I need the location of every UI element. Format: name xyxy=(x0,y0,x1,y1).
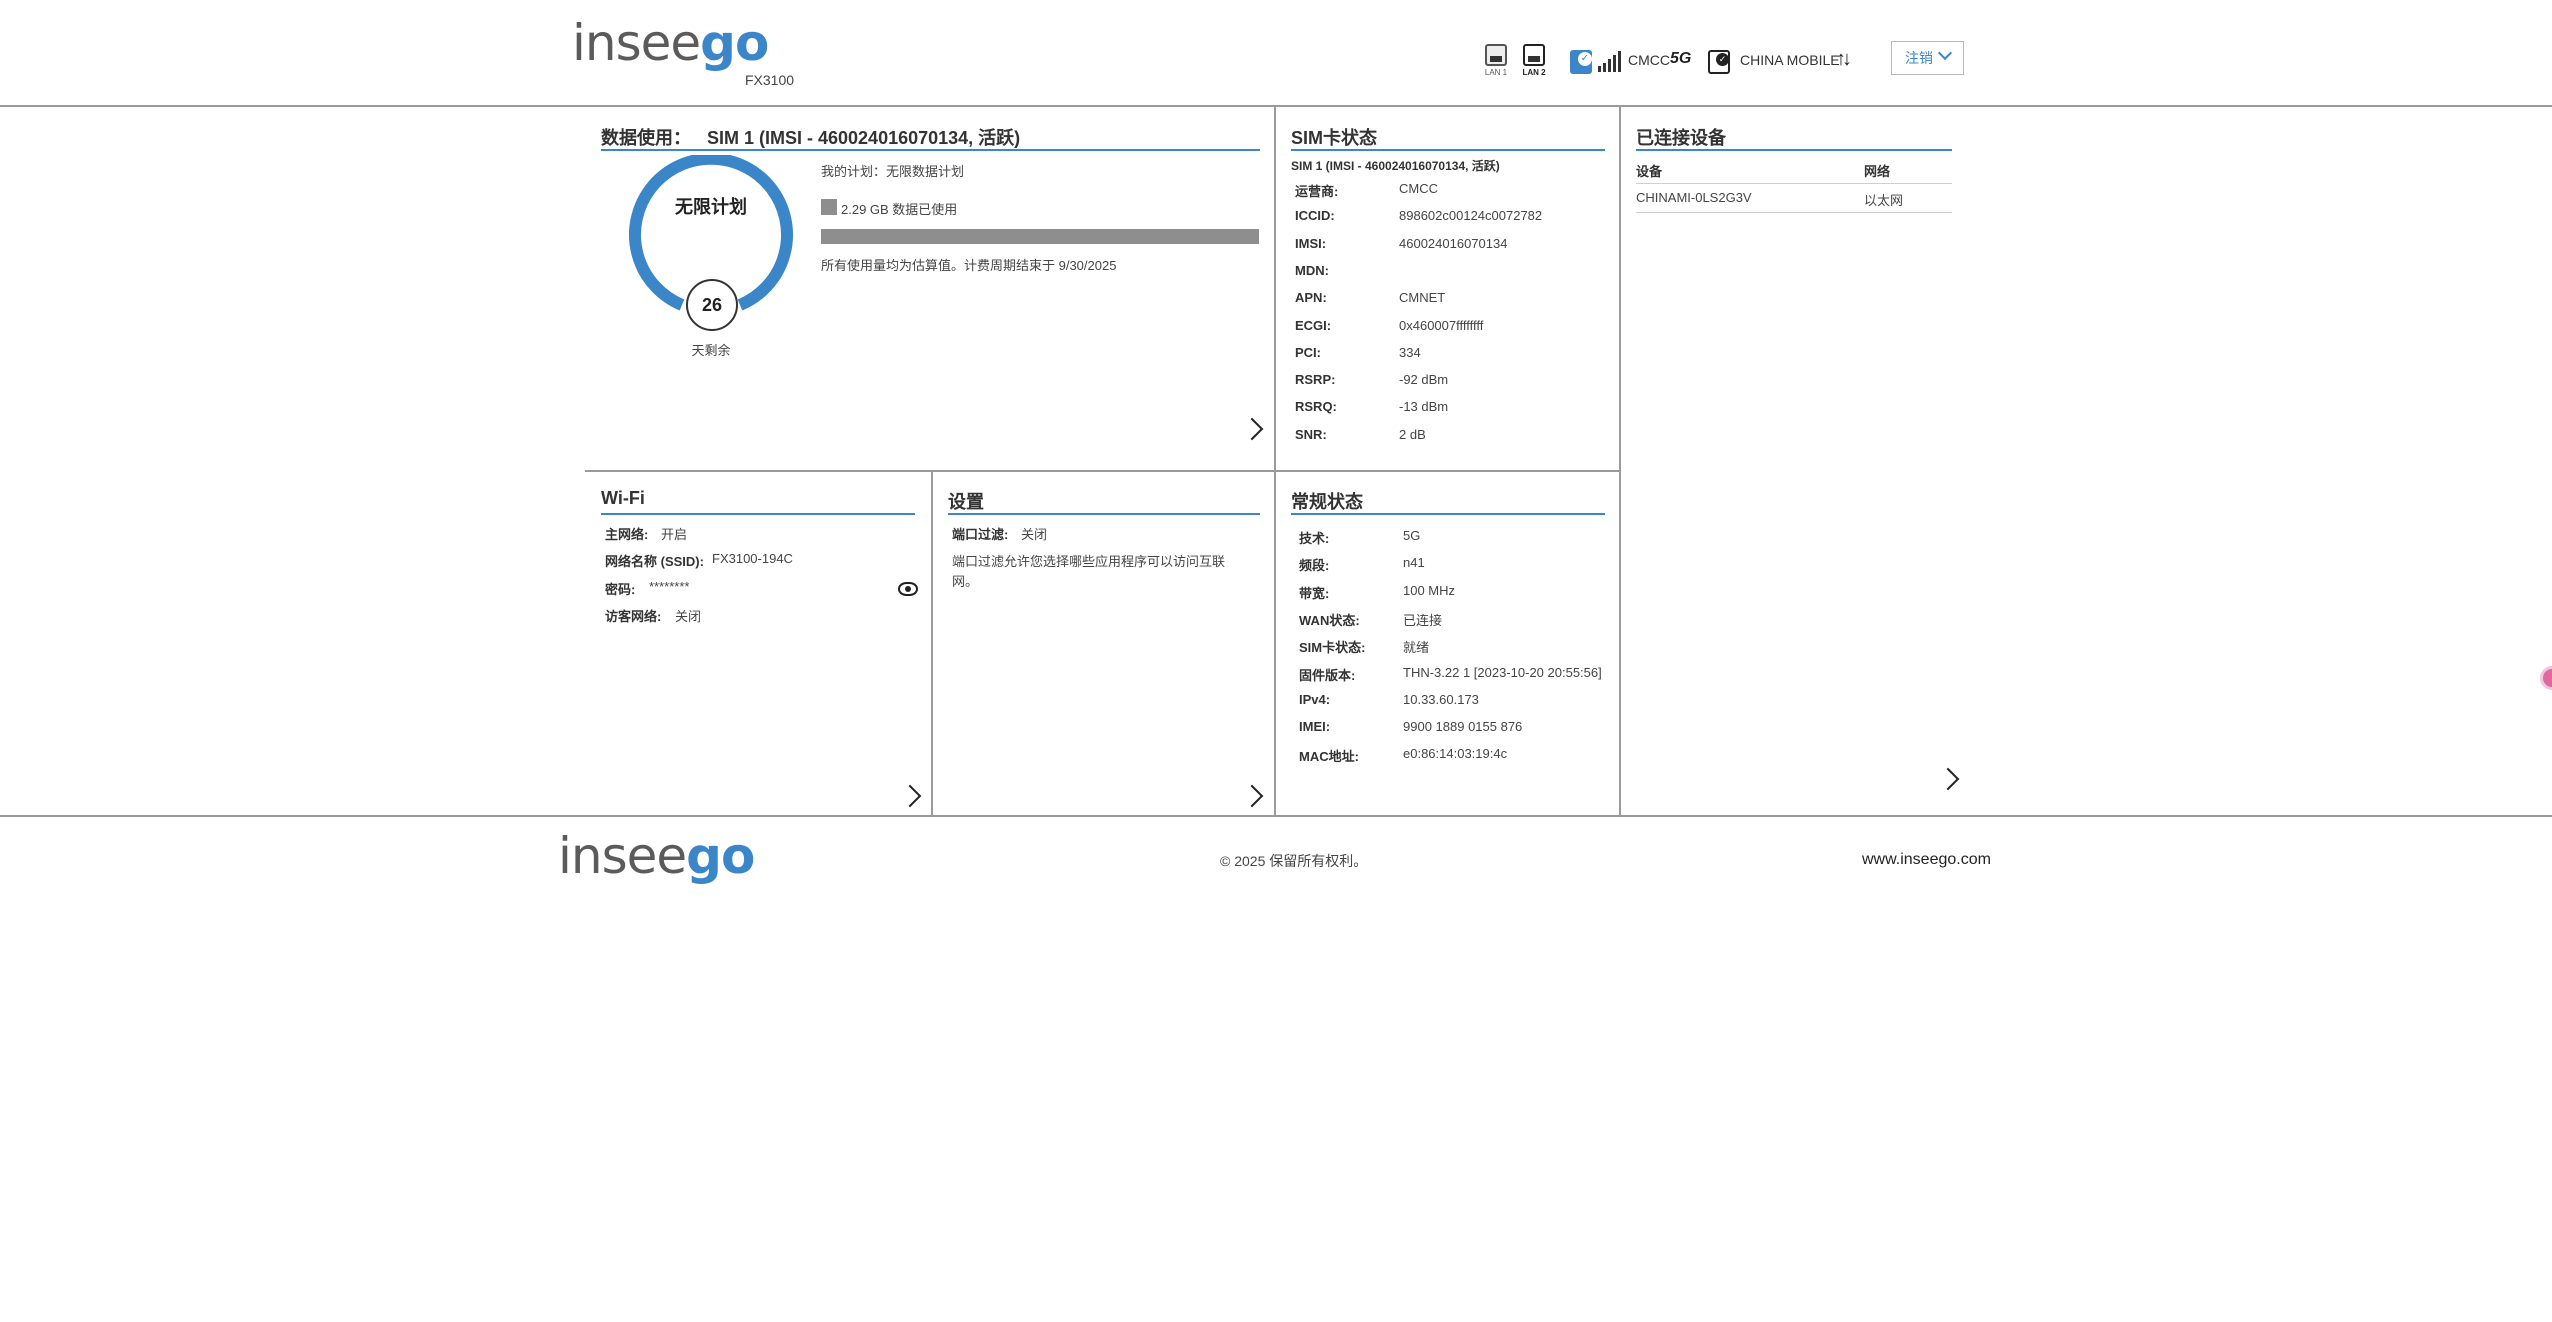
status-label: RSRP: xyxy=(1295,372,1336,388)
divider xyxy=(1274,107,1276,817)
my-plan-text: 我的计划：无限数据计划 xyxy=(821,164,965,179)
status-label: SIM卡状态: xyxy=(1299,640,1366,656)
inseego-logo[interactable]: inseego xyxy=(572,14,769,72)
status-label: 运营商: xyxy=(1295,184,1339,199)
usage-progress-bar xyxy=(821,229,1259,244)
status-value: 开启 xyxy=(661,527,688,542)
device-column-header: 设备 xyxy=(1636,164,1663,179)
days-remaining-label: 天剩余 xyxy=(691,343,731,358)
status-label: MDN: xyxy=(1295,262,1329,278)
status-label: 网络名称 (SSID): xyxy=(605,554,704,570)
show-password-eye-icon[interactable] xyxy=(898,582,918,596)
status-value: 460024016070134 xyxy=(1399,235,1508,251)
plan-name: 无限计划 xyxy=(675,197,747,217)
wifi-title: Wi-Fi xyxy=(601,488,645,508)
status-label: 主网络: xyxy=(605,527,649,542)
status-label: 技术: xyxy=(1299,531,1330,546)
status-value: 2 dB xyxy=(1399,426,1426,442)
chevron-down-icon xyxy=(1937,45,1953,61)
status-value: CMCC xyxy=(1399,181,1438,196)
status-label: 频段: xyxy=(1299,558,1330,574)
status-label: 带宽: xyxy=(1299,585,1330,601)
lan2-port-icon: LAN 2 xyxy=(1521,44,1547,77)
status-label: MAC地址: xyxy=(1299,749,1359,765)
website-link[interactable]: www.inseego.com xyxy=(1862,851,1991,869)
status-label: RSRQ: xyxy=(1295,399,1337,415)
sim-status-title: SIM卡状态 xyxy=(1291,128,1378,148)
status-label: WAN状态: xyxy=(1299,612,1360,628)
status-value: 关闭 xyxy=(675,608,702,624)
carrier-full-name: CHINA MOBILE xyxy=(1740,52,1840,68)
data-used-text: 2.29 GB 数据已使用 xyxy=(841,202,958,217)
status-label: IPv4: xyxy=(1299,691,1331,707)
general-status-title: 常规状态 xyxy=(1291,492,1363,512)
connected-devices-title: 已连接设备 xyxy=(1636,128,1726,148)
status-label: IMSI: xyxy=(1295,235,1327,251)
status-value: 10.33.60.173 xyxy=(1403,691,1479,707)
data-usage-details-arrow[interactable] xyxy=(1240,417,1264,441)
copyright-text: © 2025 保留所有权利。 xyxy=(1220,853,1368,869)
status-label: 固件版本: xyxy=(1299,667,1356,683)
sim-status-subtitle: SIM 1 (IMSI - 460024016070134, 活跃) xyxy=(1291,159,1500,173)
status-value: THN-3.22 1 [2023-10-20 20:55:56] xyxy=(1403,664,1602,680)
connected-devices-details-arrow[interactable] xyxy=(1936,767,1960,791)
network-column-header: 网络 xyxy=(1864,164,1891,179)
status-label: ECGI: xyxy=(1295,317,1332,333)
status-value: FX3100-194C xyxy=(712,551,793,567)
footer-divider xyxy=(0,815,2552,817)
logout-button[interactable]: 注销 xyxy=(1891,41,1964,75)
device-name-cell: CHINAMI-0LS2G3V xyxy=(1636,190,1752,205)
port-filter-description-cont: 网。 xyxy=(952,574,979,589)
usage-legend-swatch xyxy=(821,199,837,215)
status-label: PCI: xyxy=(1295,344,1321,360)
status-label: SNR: xyxy=(1295,426,1327,442)
status-label: IMEI: xyxy=(1299,719,1331,735)
port-filter-description: 端口过滤允许您选择哪些应用程序可以访问互联 xyxy=(952,554,1226,569)
sim1-active-icon xyxy=(1570,50,1592,74)
data-usage-title: 数据使用： SIM 1 (IMSI - 460024016070134, 活跃) xyxy=(601,128,1021,148)
header: inseego FX3100 LAN 1 LAN 2 CMCC 5G CHINA… xyxy=(0,0,2552,107)
status-label: APN: xyxy=(1295,290,1327,306)
settings-details-arrow[interactable] xyxy=(1240,784,1264,808)
status-value: -13 dBm xyxy=(1399,399,1449,415)
divider xyxy=(1619,107,1621,817)
footer-inseego-logo[interactable]: inseego xyxy=(558,827,755,885)
device-network-cell: 以太网 xyxy=(1864,193,1904,208)
status-value: e0:86:14:03:19:4c xyxy=(1403,746,1508,762)
status-value: 已连接 xyxy=(1403,612,1443,628)
settings-title: 设置 xyxy=(948,492,984,512)
status-value: 100 MHz xyxy=(1403,582,1456,598)
carrier-name: CMCC xyxy=(1628,52,1670,68)
status-value: 898602c00124c0072782 xyxy=(1399,208,1543,224)
status-value: 就绪 xyxy=(1403,640,1430,656)
floating-widget-icon[interactable] xyxy=(2540,666,2552,690)
status-value: CMNET xyxy=(1399,290,1446,306)
device-model: FX3100 xyxy=(745,72,795,88)
status-value: n41 xyxy=(1403,555,1425,571)
status-value: ******** xyxy=(649,578,690,594)
status-value: -92 dBm xyxy=(1399,372,1449,388)
network-type-indicator: 5G xyxy=(1670,50,1692,67)
status-value: 5G xyxy=(1403,528,1421,543)
status-value: 0x460007ffffffff xyxy=(1399,317,1484,333)
signal-strength-icon xyxy=(1598,50,1624,72)
wifi-details-arrow[interactable] xyxy=(898,784,922,808)
divider xyxy=(585,470,1620,472)
status-value: 334 xyxy=(1399,344,1421,360)
status-label: ICCID: xyxy=(1295,208,1335,224)
status-label: 密码: xyxy=(605,581,636,597)
sim2-icon xyxy=(1708,50,1730,74)
status-value: 9900 1889 0155 876 xyxy=(1403,719,1523,735)
data-transfer-icon: ↑↓ xyxy=(1836,48,1852,70)
status-label: 访客网络: xyxy=(605,608,662,624)
lan1-port-icon: LAN 1 xyxy=(1483,44,1509,77)
days-remaining-count: 26 xyxy=(686,279,738,331)
divider xyxy=(931,471,933,817)
usage-note: 所有使用量均为估算值。计费周期结束于 9/30/2025 xyxy=(821,258,1117,273)
